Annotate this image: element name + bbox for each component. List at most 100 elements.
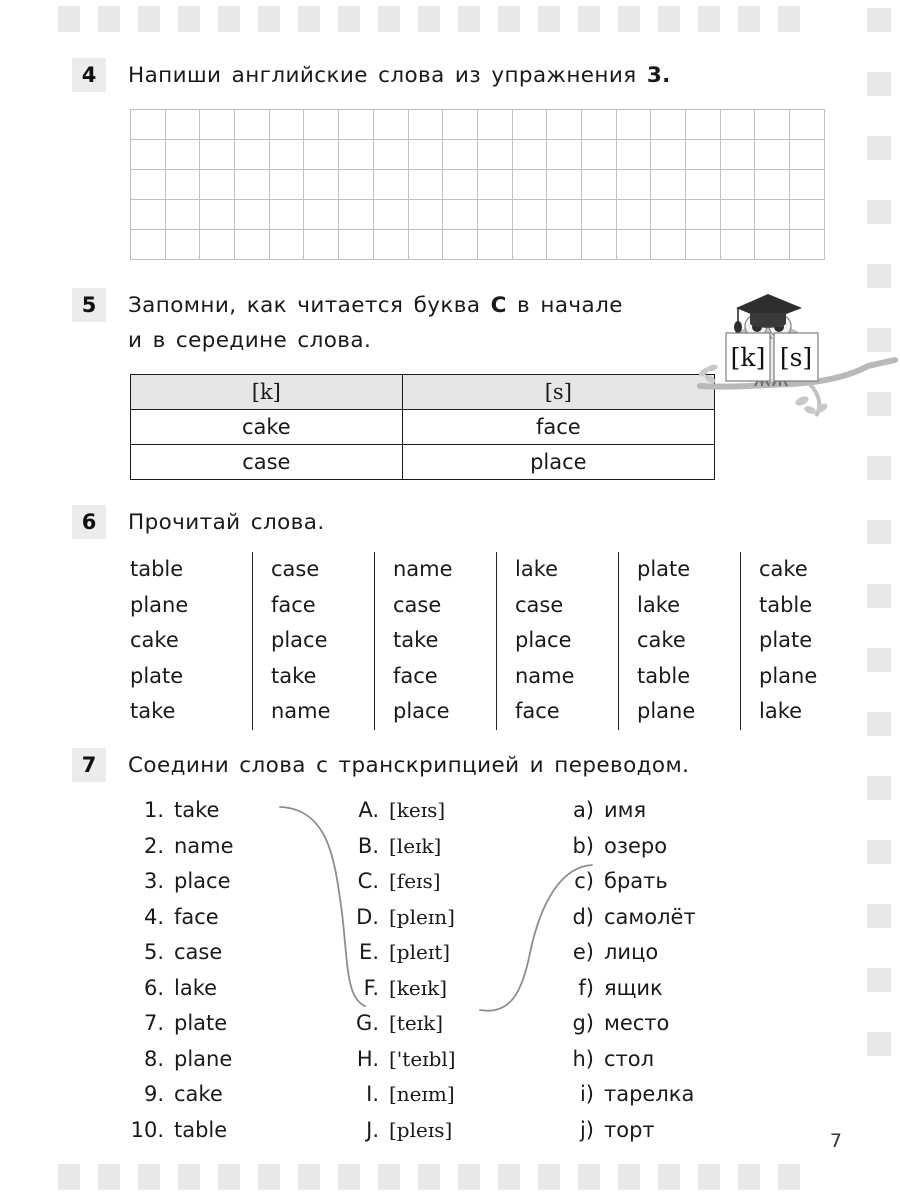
- grid-cell[interactable]: [719, 229, 756, 260]
- transcription-item[interactable]: J. [pleɪs]: [345, 1113, 560, 1149]
- grid-cell[interactable]: [372, 139, 409, 170]
- grid-cell[interactable]: [650, 169, 686, 200]
- grid-cell[interactable]: [199, 109, 236, 140]
- grid-cell[interactable]: [407, 229, 444, 260]
- transcription-item[interactable]: D. [pleɪn]: [345, 900, 560, 936]
- grid-cell[interactable]: [164, 199, 201, 230]
- word-item[interactable]: 10. table: [130, 1113, 345, 1149]
- grid-cell[interactable]: [130, 199, 166, 230]
- grid-cell[interactable]: [650, 199, 686, 230]
- translation-item[interactable]: g) место: [560, 1006, 775, 1042]
- transcription-item[interactable]: I. [neɪm]: [345, 1077, 560, 1113]
- grid-cell[interactable]: [650, 229, 686, 260]
- grid-cell[interactable]: [789, 109, 825, 140]
- grid-cell[interactable]: [372, 169, 409, 200]
- translation-item[interactable]: b) озеро: [560, 829, 775, 865]
- transcription-item[interactable]: E. [pleɪt]: [345, 935, 560, 971]
- grid-cell[interactable]: [685, 229, 721, 260]
- grid-cell[interactable]: [511, 139, 548, 170]
- word-item[interactable]: 9. cake: [130, 1077, 345, 1113]
- grid-cell[interactable]: [199, 199, 236, 230]
- grid-cell[interactable]: [130, 139, 166, 170]
- grid-cell[interactable]: [303, 139, 340, 170]
- grid-cell[interactable]: [546, 229, 582, 260]
- grid-cell[interactable]: [268, 229, 305, 260]
- grid-cell[interactable]: [407, 169, 444, 200]
- grid-cell[interactable]: [442, 229, 478, 260]
- grid-cell[interactable]: [199, 139, 236, 170]
- grid-cell[interactable]: [199, 229, 236, 260]
- grid-cell[interactable]: [338, 169, 374, 200]
- grid-cell[interactable]: [338, 139, 374, 170]
- grid-cell[interactable]: [268, 139, 305, 170]
- word-item[interactable]: 2. name: [130, 829, 345, 865]
- grid-cell[interactable]: [199, 169, 236, 200]
- grid-cell[interactable]: [719, 109, 756, 140]
- translation-item[interactable]: j) торт: [560, 1113, 775, 1149]
- grid-cell[interactable]: [754, 229, 791, 260]
- grid-cell[interactable]: [546, 139, 582, 170]
- grid-cell[interactable]: [442, 139, 478, 170]
- grid-cell[interactable]: [685, 109, 721, 140]
- grid-cell[interactable]: [511, 199, 548, 230]
- translation-item[interactable]: e) лицо: [560, 935, 775, 971]
- grid-cell[interactable]: [476, 229, 513, 260]
- grid-cell[interactable]: [685, 169, 721, 200]
- grid-cell[interactable]: [372, 109, 409, 140]
- grid-cell[interactable]: [164, 169, 201, 200]
- grid-cell[interactable]: [234, 229, 270, 260]
- grid-cell[interactable]: [511, 169, 548, 200]
- grid-cell[interactable]: [685, 139, 721, 170]
- grid-cell[interactable]: [685, 199, 721, 230]
- grid-cell[interactable]: [476, 169, 513, 200]
- grid-cell[interactable]: [130, 109, 166, 140]
- grid-cell[interactable]: [789, 199, 825, 230]
- grid-cell[interactable]: [719, 169, 756, 200]
- word-item[interactable]: 7. plate: [130, 1006, 345, 1042]
- grid-cell[interactable]: [615, 109, 652, 140]
- grid-cell[interactable]: [164, 139, 201, 170]
- word-item[interactable]: 1. take: [130, 793, 345, 829]
- grid-cell[interactable]: [442, 169, 478, 200]
- grid-cell[interactable]: [303, 169, 340, 200]
- grid-cell[interactable]: [511, 229, 548, 260]
- grid-cell[interactable]: [580, 169, 617, 200]
- translation-item[interactable]: i) тарелка: [560, 1077, 775, 1113]
- word-item[interactable]: 6. lake: [130, 971, 345, 1007]
- translation-item[interactable]: d) самолёт: [560, 900, 775, 936]
- transcription-item[interactable]: G. [teɪk]: [345, 1006, 560, 1042]
- grid-cell[interactable]: [580, 109, 617, 140]
- grid-cell[interactable]: [476, 139, 513, 170]
- translation-item[interactable]: f) ящик: [560, 971, 775, 1007]
- grid-cell[interactable]: [546, 169, 582, 200]
- grid-cell[interactable]: [407, 139, 444, 170]
- grid-cell[interactable]: [789, 139, 825, 170]
- grid-cell[interactable]: [303, 199, 340, 230]
- grid-cell[interactable]: [234, 169, 270, 200]
- grid-cell[interactable]: [754, 169, 791, 200]
- transcription-item[interactable]: A. [keɪs]: [345, 793, 560, 829]
- transcription-item[interactable]: H. ['teɪbl]: [345, 1042, 560, 1078]
- grid-cell[interactable]: [615, 199, 652, 230]
- word-item[interactable]: 8. plane: [130, 1042, 345, 1078]
- grid-cell[interactable]: [234, 139, 270, 170]
- grid-cell[interactable]: [268, 199, 305, 230]
- grid-cell[interactable]: [303, 109, 340, 140]
- grid-cell[interactable]: [338, 199, 374, 230]
- grid-cell[interactable]: [268, 109, 305, 140]
- grid-cell[interactable]: [372, 199, 409, 230]
- transcription-item[interactable]: F. [keɪk]: [345, 971, 560, 1007]
- grid-cell[interactable]: [407, 109, 444, 140]
- grid-cell[interactable]: [719, 199, 756, 230]
- grid-cell[interactable]: [719, 139, 756, 170]
- grid-cell[interactable]: [511, 109, 548, 140]
- word-item[interactable]: 4. face: [130, 900, 345, 936]
- translation-item[interactable]: h) стол: [560, 1042, 775, 1078]
- grid-cell[interactable]: [789, 229, 825, 260]
- grid-cell[interactable]: [546, 109, 582, 140]
- transcription-item[interactable]: B. [leɪk]: [345, 829, 560, 865]
- grid-cell[interactable]: [754, 199, 791, 230]
- word-item[interactable]: 5. case: [130, 935, 345, 971]
- grid-cell[interactable]: [407, 199, 444, 230]
- translation-item[interactable]: a) имя: [560, 793, 775, 829]
